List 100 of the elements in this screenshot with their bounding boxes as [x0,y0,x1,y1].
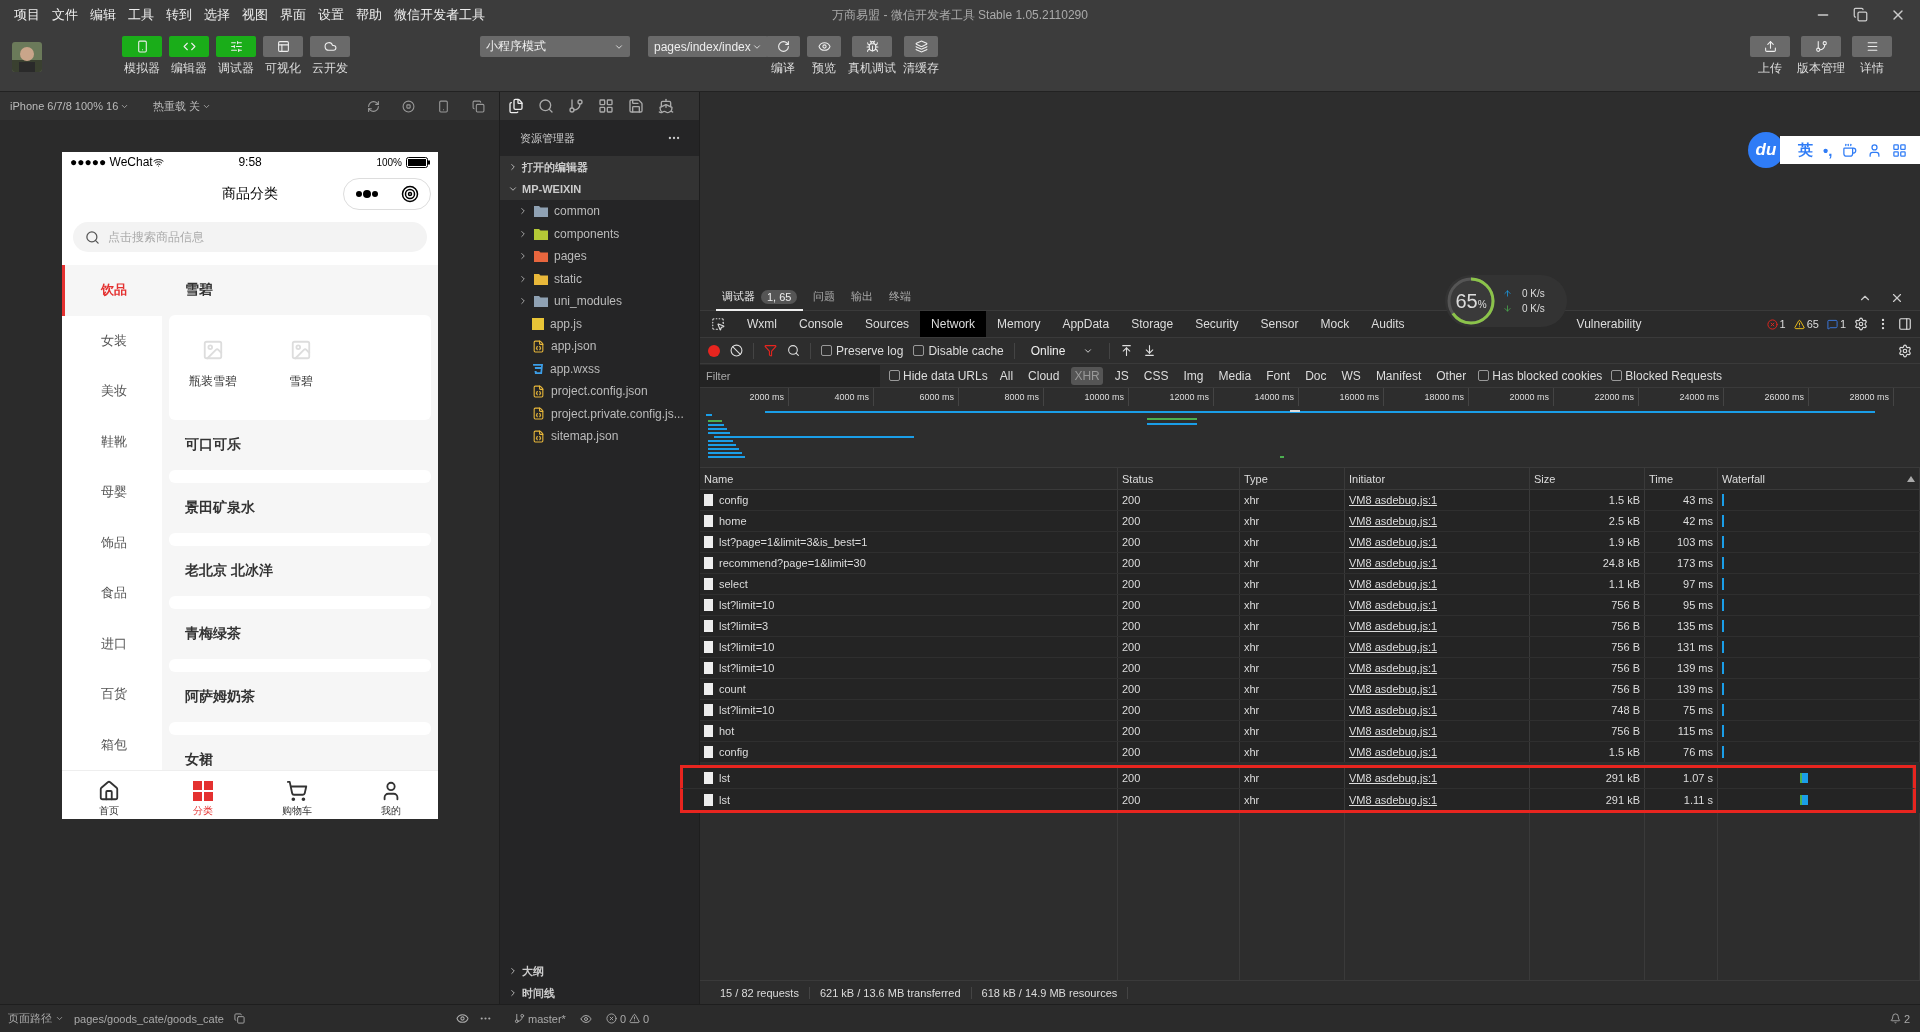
devtools-tab[interactable]: Sensor [1249,311,1310,337]
request-row[interactable]: recommend?page=1&limit=30 200 xhr VM8 asdebug.js:1 24.8 kB 173 ms [700,553,1920,574]
request-name-cell[interactable]: recommend?page=1&limit=30 [700,553,1118,573]
menu-item[interactable]: 微信开发者工具 [388,6,491,24]
checkbox[interactable] [1611,370,1623,381]
page-select[interactable]: pages/index/index [648,36,768,57]
menu-item[interactable]: 设置 [312,6,350,24]
files-icon[interactable] [508,98,524,114]
tree-item[interactable]: project.private.config.js... [500,402,699,425]
tree-item[interactable]: common [500,200,699,223]
resource-type-filter[interactable]: Cloud [1025,366,1063,385]
initiator-link[interactable]: VM8 asdebug.js:1 [1349,683,1438,695]
panel-tab[interactable]: 输出 [845,284,880,311]
section-header[interactable]: 时间线 [500,982,699,1004]
dock-icon[interactable] [1898,317,1912,331]
initiator-link[interactable]: VM8 asdebug.js:1 [1349,662,1438,674]
request-row[interactable]: lst?page=1&limit=3&is_best=1 200 xhr VM8 asdebug.js:1 1.9 kB 103 ms [700,532,1920,553]
clear-icon[interactable] [730,344,743,357]
menu-item[interactable]: 帮助 [350,6,388,24]
search-icon[interactable] [538,98,554,114]
problems-indicator[interactable]: 0 0 [605,1012,650,1025]
devtools-tab[interactable]: Wxml [736,311,788,337]
resource-type-filter[interactable]: Media [1215,366,1255,385]
menu-item[interactable]: 选择 [198,6,236,24]
panel-tab[interactable]: 问题 [807,284,842,311]
initiator-link[interactable]: VM8 asdebug.js:1 [1349,599,1438,611]
menu-item[interactable]: 界面 [274,6,312,24]
devtools-tab[interactable]: Sources [854,311,921,337]
request-name-cell[interactable]: lst?page=1&limit=3&is_best=1 [700,532,1118,552]
request-name-cell[interactable]: lst?limit=3 [700,616,1118,636]
user-icon[interactable] [1867,142,1883,158]
request-row[interactable]: count 200 xhr VM8 asdebug.js:1 756 B 139 ms [700,679,1920,700]
menu-item[interactable]: 转到 [160,6,198,24]
avatar[interactable] [12,42,42,72]
restore-icon[interactable] [1853,7,1868,22]
request-name-cell[interactable]: select [700,574,1118,594]
devtools-tab[interactable]: Vulnerability [1565,311,1653,337]
request-name-cell[interactable]: lst [700,768,1118,788]
eye-icon[interactable] [456,1012,469,1025]
device-select[interactable]: iPhone 6/7/8 100% 16 [10,100,130,112]
tab-bar-item[interactable]: 首页 [62,771,156,819]
checkbox[interactable] [889,370,900,381]
search-icon[interactable] [787,344,800,357]
menu-item[interactable]: 视图 [236,6,274,24]
request-row[interactable]: lst?limit=10 200 xhr VM8 asdebug.js:1 756 B 139 ms [700,658,1920,679]
request-name-cell[interactable]: lst?limit=10 [700,637,1118,657]
request-name-cell[interactable]: config [700,742,1118,762]
tree-item[interactable]: project.config.json [500,380,699,403]
initiator-link[interactable]: VM8 asdebug.js:1 [1349,725,1438,737]
checkbox[interactable] [913,345,925,356]
save-icon[interactable] [628,98,644,114]
request-name-cell[interactable]: hot [700,721,1118,741]
request-row[interactable]: hot 200 xhr VM8 asdebug.js:1 756 B 115 ms [700,721,1920,742]
settings-icon[interactable] [1854,317,1868,331]
phone-icon[interactable] [437,99,450,113]
import-icon[interactable] [1119,344,1133,357]
record-icon[interactable] [708,344,720,357]
ime-punctuation[interactable]: •, [1823,141,1833,159]
cup-icon[interactable] [1842,142,1858,158]
column-header[interactable]: Type [1240,468,1345,489]
request-name-cell[interactable]: home [700,511,1118,531]
resource-type-filter[interactable]: JS [1111,366,1132,385]
category-item[interactable]: 饮品 [62,265,162,316]
column-header[interactable]: Waterfall [1718,468,1920,489]
tab-bar-item[interactable]: 分类 [156,771,250,819]
devtools-tab[interactable]: Mock [1309,311,1361,337]
bug-button[interactable] [852,36,892,57]
resource-type-filter[interactable]: CSS [1140,366,1172,385]
ime-language[interactable]: 英 [1798,140,1813,160]
windows-icon[interactable] [472,99,485,113]
resource-type-filter[interactable]: Font [1263,366,1294,385]
request-name-cell[interactable]: count [700,679,1118,699]
initiator-link[interactable]: VM8 asdebug.js:1 [1349,793,1438,806]
initiator-link[interactable]: VM8 asdebug.js:1 [1349,746,1438,758]
devtools-tab[interactable]: Security [1184,311,1250,337]
initiator-link[interactable]: VM8 asdebug.js:1 [1349,515,1438,527]
section-header[interactable]: 打开的编辑器 [500,156,699,178]
menu-item[interactable]: 文件 [46,6,84,24]
devtools-tab[interactable]: Memory [986,311,1052,337]
initiator-link[interactable]: VM8 asdebug.js:1 [1349,704,1438,716]
request-name-cell[interactable]: lst?limit=10 [700,595,1118,615]
eye-button[interactable] [807,36,841,57]
checkbox[interactable] [1478,370,1490,381]
menu-button[interactable] [1852,36,1892,57]
grid-icon[interactable] [1892,142,1908,158]
initiator-link[interactable]: VM8 asdebug.js:1 [1349,641,1438,653]
request-row[interactable]: lst?limit=10 200 xhr VM8 asdebug.js:1 756 B 131 ms [700,637,1920,658]
ship-icon[interactable] [658,98,674,114]
resource-type-filter[interactable]: WS [1338,366,1364,385]
tree-item[interactable]: app.js [500,312,699,335]
filter-field[interactable]: Filter [700,364,880,387]
column-header[interactable]: Status [1118,468,1240,489]
page-path-menu[interactable]: 页面路径 [8,1011,64,1026]
layers-button[interactable] [904,36,938,57]
initiator-link[interactable]: VM8 asdebug.js:1 [1349,557,1438,569]
cloud-button[interactable] [310,36,350,57]
tab-bar-item[interactable]: 我的 [344,771,438,819]
tree-item[interactable]: app.wxss [500,357,699,380]
initiator-link[interactable]: VM8 asdebug.js:1 [1349,578,1438,590]
request-row[interactable]: lst 200 xhr VM8 asdebug.js:1 291 kB 1.11 s [680,789,1916,813]
